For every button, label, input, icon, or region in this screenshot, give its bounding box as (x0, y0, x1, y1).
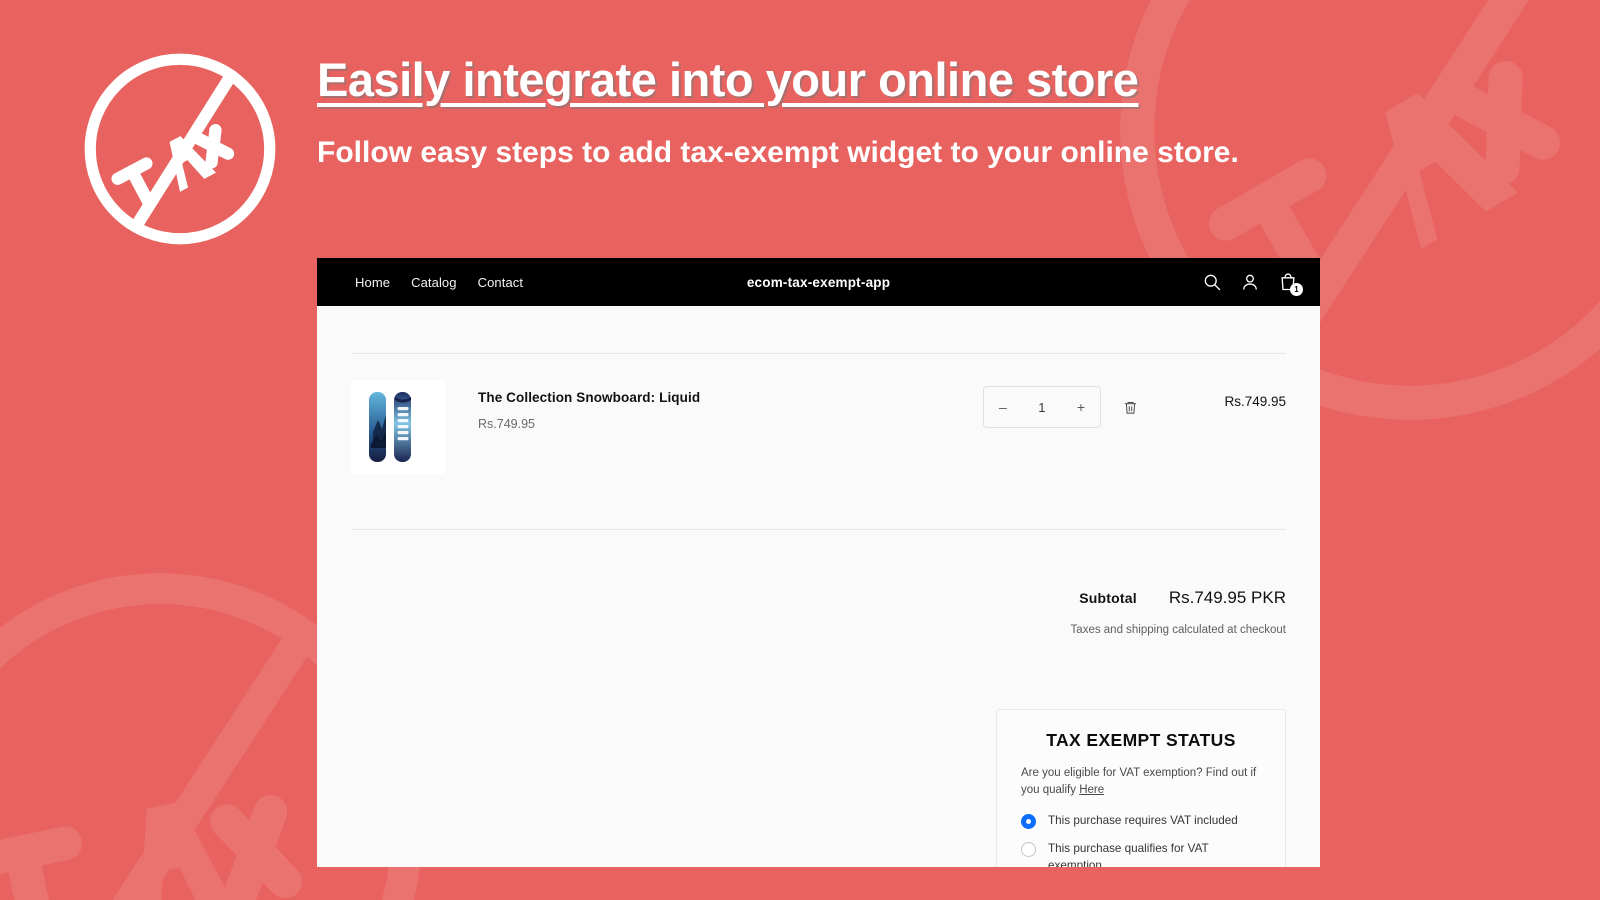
nav-item-catalog[interactable]: Catalog (411, 275, 457, 290)
promo-subheadline: Follow easy steps to add tax-exempt widg… (317, 136, 1239, 170)
tax-shipping-note: Taxes and shipping calculated at checkou… (1070, 624, 1286, 636)
shopping-bag-icon[interactable]: 1 (1278, 272, 1303, 296)
product-info: The Collection Snowboard: Liquid Rs.749.… (478, 380, 983, 431)
vat-option-row-included[interactable]: This purchase requires VAT included (1021, 813, 1261, 830)
quantity-decrease-button[interactable]: – (997, 400, 1009, 414)
user-account-icon[interactable] (1240, 272, 1260, 292)
nav-item-contact[interactable]: Contact (478, 275, 524, 290)
promo-headline: Easily integrate into your online store (317, 53, 1139, 106)
cart-bottom-divider (351, 529, 1286, 530)
line-item-total: Rs.749.95 (1224, 394, 1286, 409)
quantity-increase-button[interactable]: + (1075, 400, 1087, 414)
radio-vat-included-label: This purchase requires VAT included (1048, 813, 1238, 827)
quantity-stepper[interactable]: – 1 + (983, 386, 1101, 428)
subtotal-label: Subtotal (1079, 590, 1137, 606)
store-window: Home Catalog Contact ecom-tax-exempt-app (317, 258, 1320, 867)
vat-option-row-exempt[interactable]: This purchase qualifies for VAT exemptio… (1021, 841, 1261, 867)
quantity-controls: – 1 + (983, 380, 1138, 428)
search-icon[interactable] (1202, 272, 1222, 292)
radio-vat-included[interactable] (1021, 813, 1036, 829)
promo-banner: Easily integrate into your online store … (0, 0, 1600, 900)
cart-line-item: The Collection Snowboard: Liquid Rs.749.… (351, 354, 1286, 474)
tax-exempt-widget: TAX EXEMPT STATUS Are you eligible for V… (996, 709, 1286, 867)
tax-widget-title: TAX EXEMPT STATUS (1046, 730, 1236, 750)
cart-totals: Subtotal Rs.749.95 PKR Taxes and shippin… (351, 588, 1286, 636)
product-unit-price: Rs.749.95 (478, 417, 535, 431)
brand-logo-no-tax-icon (78, 47, 282, 251)
store-nav: Home Catalog Contact (355, 275, 523, 290)
tax-widget-description-text: Are you eligible for VAT exemption? Find… (1021, 767, 1257, 797)
product-title[interactable]: The Collection Snowboard: Liquid (478, 390, 983, 405)
tax-widget-description: Are you eligible for VAT exemption? Find… (1021, 765, 1261, 800)
store-header-actions: 1 (1202, 272, 1303, 296)
subtotal-value: Rs.749.95 PKR (1168, 588, 1286, 607)
cart-item-count-badge: 1 (1290, 283, 1303, 296)
nav-item-home[interactable]: Home (355, 275, 390, 290)
cart-body: The Collection Snowboard: Liquid Rs.749.… (317, 353, 1320, 867)
radio-vat-exempt[interactable] (1021, 842, 1036, 858)
promo-text-block: Easily integrate into your online store … (317, 52, 1382, 178)
quantity-value: 1 (1038, 399, 1046, 415)
product-thumbnail[interactable] (351, 380, 445, 474)
trash-icon[interactable] (1123, 399, 1138, 416)
radio-vat-exempt-label: This purchase qualifies for VAT exemptio… (1048, 842, 1209, 867)
store-header: Home Catalog Contact ecom-tax-exempt-app (317, 258, 1320, 306)
eligibility-link[interactable]: Here (1079, 784, 1104, 796)
